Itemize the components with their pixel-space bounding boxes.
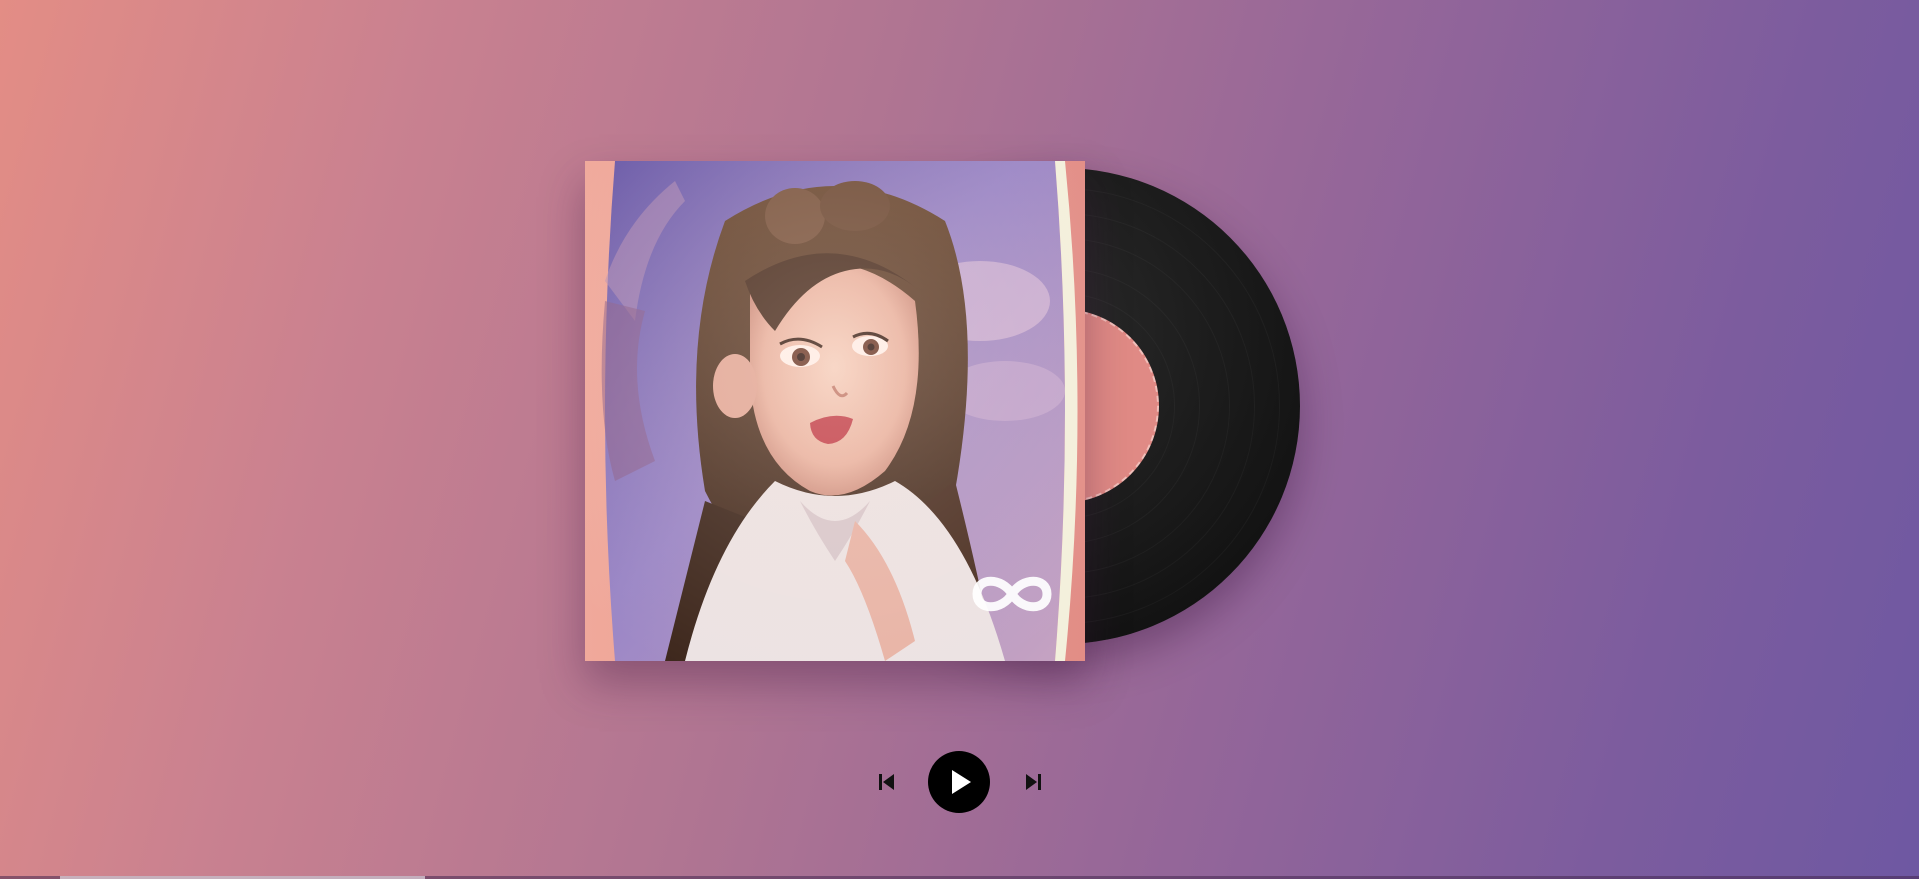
next-track-button[interactable] (1021, 770, 1045, 794)
infinity-icon (972, 576, 1052, 612)
skip-previous-icon (879, 774, 894, 790)
play-button[interactable] (928, 751, 990, 813)
play-icon (952, 770, 971, 794)
album-cover (585, 161, 1085, 661)
skip-next-icon (1026, 774, 1041, 790)
previous-track-button[interactable] (875, 770, 899, 794)
playback-controls (870, 750, 1050, 814)
